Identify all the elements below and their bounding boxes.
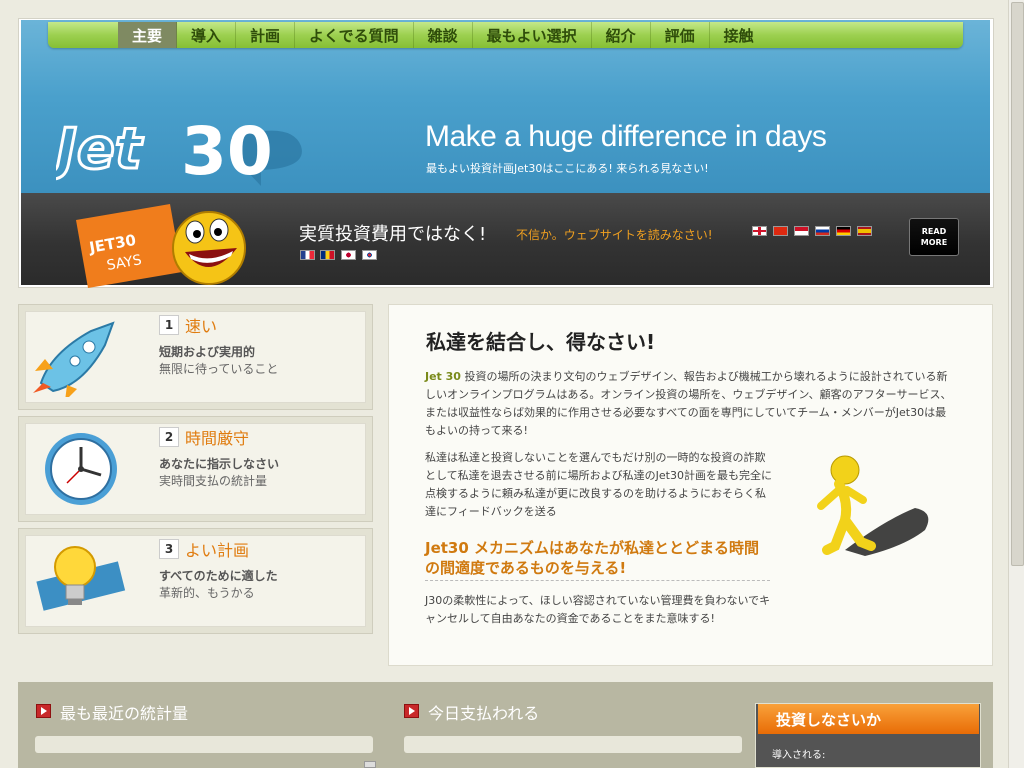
recent-stats-bar [35,736,373,753]
flag-ro-icon[interactable] [320,250,335,260]
nav-item-5[interactable]: 最もよい選択 [473,22,592,48]
nav-item-1[interactable]: 導入 [177,22,237,48]
website-link[interactable]: 不信か。ウェブサイトを読みなさい! [516,226,713,243]
feedback-paragraph: 私達は私達と投資しないことを選んでもだけ別の一時的な投資の詐欺として私達を退去さ… [425,451,772,518]
play-arrow-icon [36,704,51,718]
logo-jet-text: Jet [56,117,144,182]
window-scrollbar[interactable] [1008,0,1024,768]
feature-line2: 無限に待っていること [159,362,279,376]
feature-number: 1 [159,315,179,335]
intro-paragraph: Jet 30 投資の場所の決まり文句のウェブデザイン、報告および機械工から壊れる… [425,368,957,440]
flag-kr-icon[interactable] [362,250,377,260]
banner-headline: Make a huge difference in days [425,120,827,153]
feature-title[interactable]: 時間厳守 [185,425,249,449]
rocket-icon [33,321,115,397]
clock-icon [45,433,117,505]
flag-cn-icon[interactable] [773,226,788,236]
feature-card-3: 3 よい計画 すべてのために適した 革新的、もうかる [18,528,373,634]
nav-item-6[interactable]: 紹介 [592,22,651,48]
feature-card-2: 2 時間厳守 あなたに指示しなさい 実時間支払の統計量 [18,416,373,522]
feature-line1: あなたに指示しなさい [159,457,280,471]
flexibility-paragraph: J30の柔軟性によって、ほしい容認されていない管理費を負わないでキャンセルして自… [425,594,771,625]
jet30-logo[interactable]: Jet 30 [56,108,316,190]
scrollbar-thumb[interactable] [1011,2,1024,566]
slogan-text: 実質投資費用ではなく! [299,224,487,245]
intro-text: 投資の場所の決まり文句のウェブデザイン、報告および機械工から壊れるように設計され… [425,370,952,437]
mechanism-heading: Jet30 メカニズムはあなたが私達ととどまる時間の間適度であるものを与える! [425,538,770,581]
feature-line2: 実時間支払の統計量 [159,474,268,488]
read-more-line1: READ [921,227,947,236]
paid-today-title: 今日支払われる [428,704,540,723]
feature-number: 3 [159,539,179,559]
feature-title[interactable]: よい計画 [185,537,249,561]
stats-scroll-handle[interactable] [364,761,376,768]
nav-item-4[interactable]: 雑談 [414,22,473,48]
walking-figure-icon [817,455,929,556]
nav-item-8[interactable]: 接触 [710,22,768,48]
smiley-icon [172,211,246,285]
feature-line1: すべてのために適した [159,569,278,583]
paid-today-bar [404,736,742,753]
content-title: 私達を結合し、得なさい! [426,330,656,354]
nav-item-3[interactable]: よくでる質問 [295,22,414,48]
read-more-button[interactable]: READ MORE [909,218,959,256]
flag-ru-icon[interactable] [815,226,830,236]
invest-label: 導入される: [772,750,826,761]
invest-header[interactable]: 投資しなさいか [758,704,979,734]
recent-stats-title: 最も最近の統計量 [60,704,189,723]
flag-de-icon[interactable] [836,226,851,236]
banner-subline: 最もよい投資計画Jet30はここにある! 来られる見なさい! [426,162,709,175]
flag-fr-icon[interactable] [300,250,315,260]
feature-line1: 短期および実用的 [159,345,256,359]
nav-item-2[interactable]: 計画 [236,22,296,48]
nav-item-7[interactable]: 評価 [651,22,710,48]
lightbulb-icon [36,546,126,611]
flag-jp-icon[interactable] [341,250,356,260]
feature-line2: 革新的、もうかる [159,586,255,600]
feature-number: 2 [159,427,179,447]
read-more-line2: MORE [920,238,948,247]
feature-card-1: 1 速い 短期および実用的 無限に待っていること [18,304,373,410]
flag-id-icon[interactable] [794,226,809,236]
nav-item-0[interactable]: 主要 [118,22,178,48]
flag-uk-icon[interactable] [752,226,767,236]
flag-es-icon[interactable] [857,226,872,236]
feature-title[interactable]: 速い [185,313,217,337]
play-arrow-icon [404,704,419,718]
brand-name: Jet 30 [425,370,461,383]
main-nav: 主要 導入 計画 よくでる質問 雑談 最もよい選択 紹介 評価 接触 [48,22,963,48]
logo-30-text: 30 [181,113,273,190]
